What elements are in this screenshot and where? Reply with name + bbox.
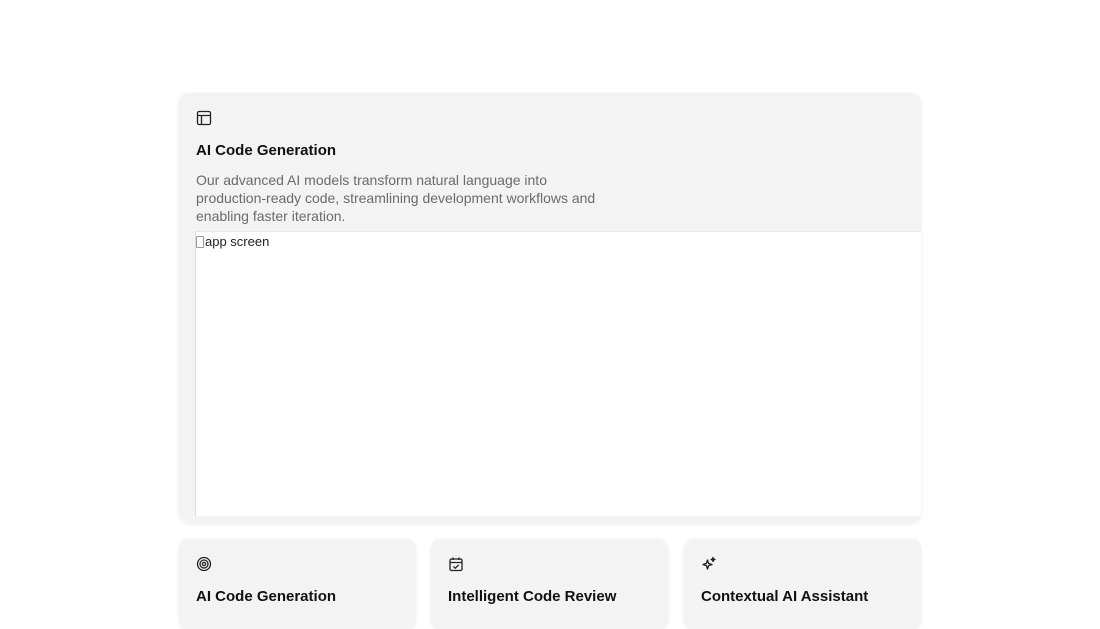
- hero-description: Our advanced AI models transform natural…: [196, 172, 596, 224]
- calendar-check-icon: [449, 557, 463, 572]
- layout-icon: [196, 110, 212, 126]
- hero-title: AI Code Generation: [196, 142, 337, 159]
- feature-title: Contextual AI Assistant: [701, 588, 869, 605]
- feature-card-intelligent-code-review: Intelligent Code Review: [431, 539, 668, 629]
- target-icon: [196, 556, 212, 572]
- feature-title: Intelligent Code Review: [448, 588, 617, 605]
- app-screen-image: app screen: [195, 231, 921, 516]
- feature-card-ai-code-generation: AI Code Generation: [179, 539, 416, 629]
- broken-image-icon: [196, 235, 204, 248]
- image-alt-text: app screen: [205, 234, 270, 249]
- hero-feature-card: AI Code Generation Our advanced AI model…: [179, 93, 921, 523]
- sparkles-icon: [702, 556, 716, 570]
- feature-card-contextual-ai-assistant: Contextual AI Assistant: [684, 539, 921, 629]
- broken-image-placeholder: app screen: [196, 234, 269, 249]
- feature-title: AI Code Generation: [196, 588, 337, 605]
